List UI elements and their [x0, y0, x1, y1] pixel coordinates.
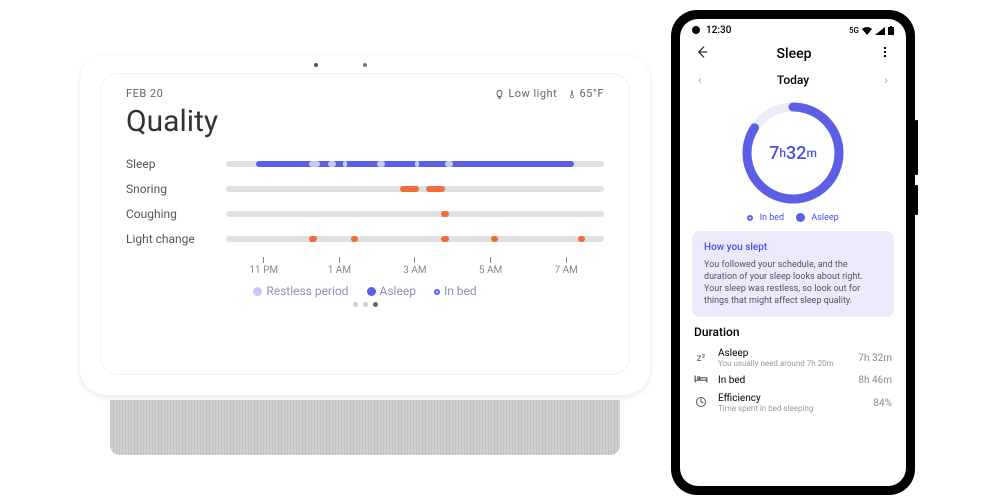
efficiency-icon — [694, 396, 708, 411]
page-indicator[interactable] — [126, 302, 604, 307]
prev-day-button[interactable]: ‹ — [698, 73, 702, 87]
hub-camera-icon — [314, 63, 318, 67]
punch-hole-camera-icon — [692, 26, 700, 34]
hub-screen: FEB 20 Low light 65°F Quality Sleep — [100, 73, 630, 375]
back-button[interactable] — [694, 44, 710, 63]
duration-row-inbed[interactable]: In bed 8h 46m — [680, 371, 906, 390]
duration-section-title: Duration — [680, 325, 906, 345]
duration-row-asleep[interactable]: z² Asleep You usually need around 7h 20m… — [680, 345, 906, 371]
efficiency-value: 84% — [873, 398, 892, 409]
time-axis: 11 PM 1 AM 3 AM 5 AM 7 AM — [226, 257, 604, 276]
insight-title: How you slept — [704, 241, 882, 255]
ring-value: 7h32m — [737, 97, 849, 209]
coughing-row: Coughing — [126, 207, 604, 221]
sleep-track — [226, 161, 604, 167]
date-label: Today — [777, 73, 809, 87]
temperature-status: 65°F — [567, 87, 604, 100]
thermometer-icon — [567, 89, 576, 100]
snoring-row: Snoring — [126, 182, 604, 196]
power-button — [915, 185, 918, 215]
insight-card[interactable]: How you slept You followed your schedule… — [692, 231, 894, 317]
asleep-value: 7h 32m — [858, 353, 892, 364]
volume-button — [915, 120, 918, 175]
light-track — [226, 236, 604, 242]
nest-hub-device: FEB 20 Low light 65°F Quality Sleep — [80, 55, 650, 435]
phone-screen: 12:30 5G Sleep ‹ Today › — [680, 19, 906, 486]
legend-asleep: Asleep — [367, 284, 416, 298]
status-bar: 12:30 5G — [680, 19, 906, 38]
appbar-title: Sleep — [777, 46, 812, 62]
hub-speaker-base — [110, 400, 620, 455]
hub-status-row: FEB 20 Low light 65°F — [126, 87, 604, 100]
legend-inbed: In bed — [434, 284, 477, 298]
snoring-track — [226, 186, 604, 192]
hub-sensor-icon — [363, 63, 367, 67]
hub-legend: Restless period Asleep In bed — [126, 284, 604, 298]
phone-device: 12:30 5G Sleep ‹ Today › — [671, 10, 915, 495]
sleep-ring[interactable]: 7h32m — [680, 97, 906, 209]
date-nav: ‹ Today › — [680, 69, 906, 91]
legend-inbed: In bed — [747, 213, 784, 223]
more-button[interactable] — [878, 45, 892, 62]
insight-body: You followed your schedule, and the dura… — [704, 259, 882, 308]
zzz-icon: z² — [694, 353, 708, 364]
low-light-status: Low light — [494, 87, 557, 100]
quality-chart: Sleep Snoring Coughin — [126, 157, 604, 276]
coughing-track — [226, 211, 604, 217]
arrow-left-icon — [694, 44, 710, 60]
bed-icon — [694, 374, 708, 387]
light-change-row: Light change — [126, 232, 604, 246]
network-label: 5G — [849, 26, 859, 35]
sleep-row: Sleep — [126, 157, 604, 171]
hub-date: FEB 20 — [126, 87, 163, 100]
bulb-icon — [494, 89, 505, 100]
duration-row-efficiency[interactable]: Efficiency Time spent in bed sleeping 84… — [680, 390, 906, 416]
legend-restless: Restless period — [253, 284, 348, 298]
inbed-value: 8h 46m — [858, 375, 892, 386]
signal-icon — [875, 27, 885, 35]
next-day-button[interactable]: › — [884, 73, 888, 87]
status-time: 12:30 — [706, 25, 731, 36]
app-bar: Sleep — [680, 38, 906, 69]
more-vert-icon — [878, 45, 892, 59]
battery-icon — [888, 26, 894, 35]
hub-title: Quality — [126, 104, 604, 139]
wifi-icon — [862, 27, 872, 35]
legend-asleep: Asleep — [796, 213, 839, 223]
phone-legend: In bed Asleep — [680, 213, 906, 223]
